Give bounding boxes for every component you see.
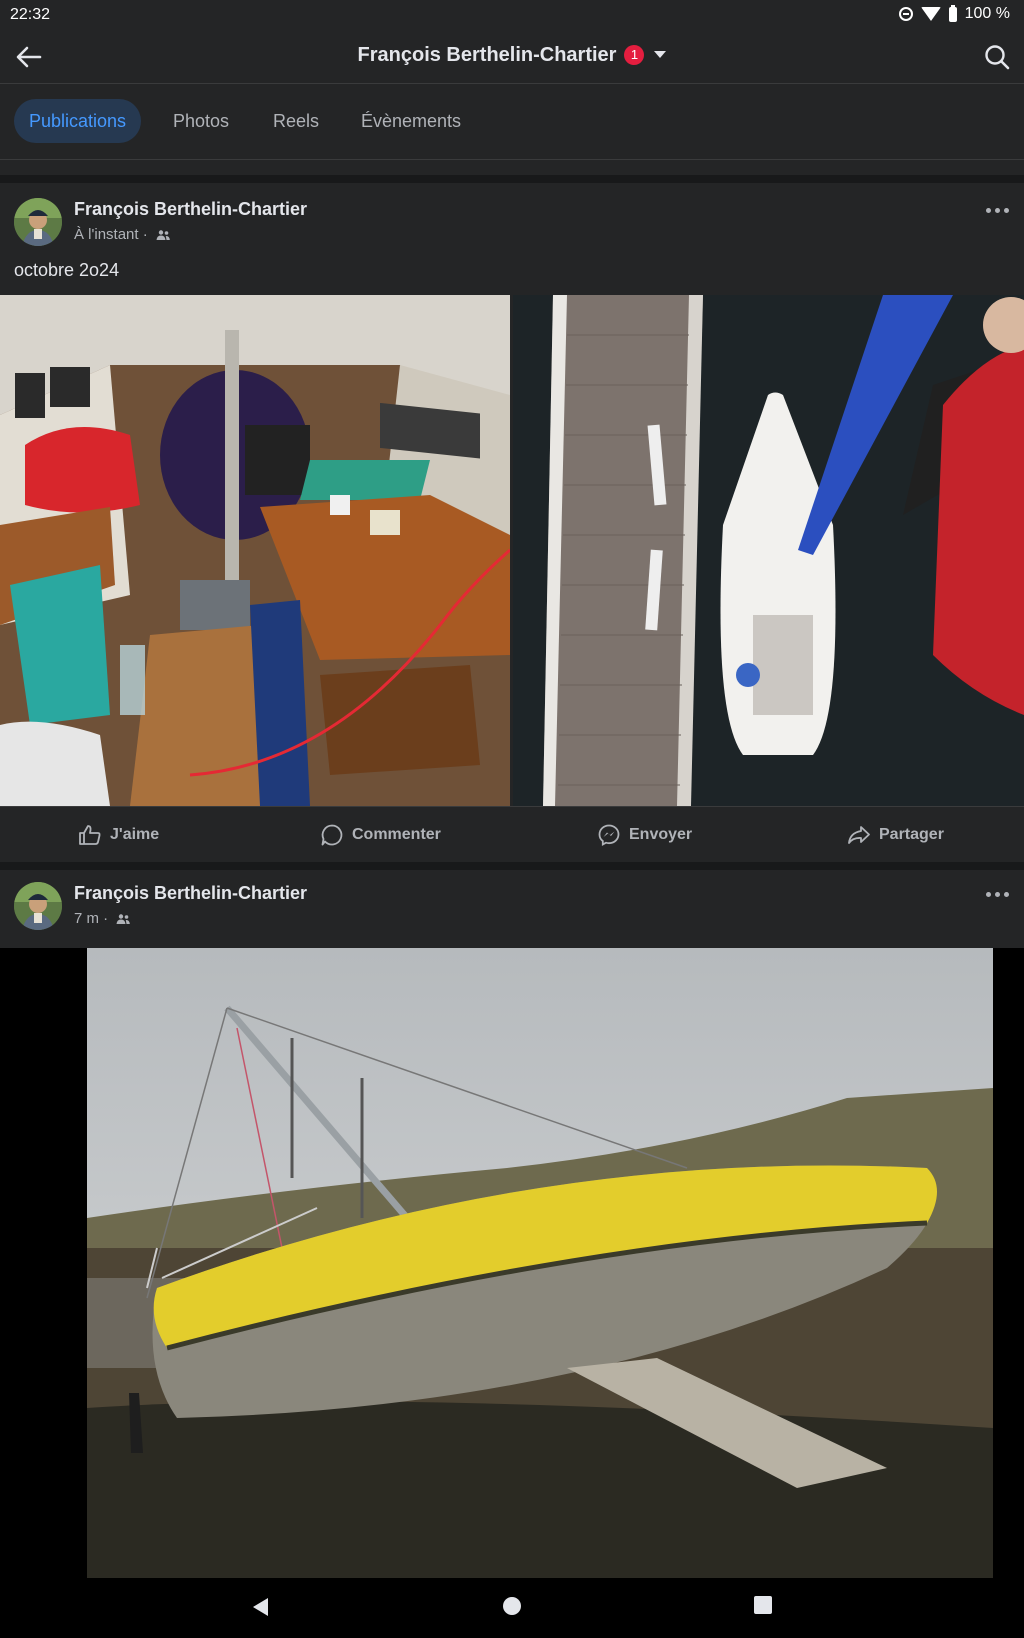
friends-icon [156, 230, 170, 240]
avatar[interactable] [14, 198, 62, 246]
tab-publications[interactable]: Publications [14, 99, 142, 143]
do-not-disturb-icon [898, 7, 913, 21]
caret-down-icon [654, 51, 667, 58]
post-time: 7 m · [74, 910, 109, 927]
post-text: octobre 2o24 [14, 260, 120, 280]
more-options-icon[interactable] [986, 205, 1012, 215]
more-options-icon[interactable] [986, 889, 1012, 899]
profile-name-dropdown[interactable]: François Berthelin-Chartier 1 [0, 44, 1024, 67]
nav-home-icon[interactable] [502, 1596, 522, 1616]
post-header: François Berthelin-Chartier 7 m · [0, 870, 1024, 940]
feed-separator [0, 175, 1024, 183]
messenger-icon [598, 824, 620, 847]
battery-icon [948, 4, 957, 22]
notification-badge: 1 [624, 45, 645, 65]
comment-button[interactable]: Commenter [320, 807, 441, 863]
yellow-sailboat-aground-photo[interactable] [87, 948, 993, 1578]
page-title: François Berthelin-Chartier [357, 44, 617, 66]
feed-separator [0, 862, 1024, 870]
profile-tabs: Publications Photos Reels Évènements [0, 84, 1024, 160]
post-photo-container [0, 948, 1024, 1578]
comment-bubble-icon [321, 824, 343, 846]
friends-icon [116, 914, 131, 924]
post-time: À l'instant · [74, 226, 148, 243]
tab-photos[interactable]: Photos [158, 99, 244, 143]
share-arrow-icon [848, 826, 870, 844]
send-button[interactable]: Envoyer [597, 807, 692, 863]
search-icon[interactable] [984, 44, 1010, 70]
boat-cabin-interior-photo[interactable] [0, 295, 510, 806]
post-author[interactable]: François Berthelin-Chartier [74, 199, 307, 220]
nav-recents-icon[interactable] [754, 1596, 772, 1614]
thumbs-up-icon [79, 825, 101, 845]
system-navigation-bar [0, 1578, 1024, 1638]
like-button[interactable]: J'aime [78, 807, 159, 863]
tab-evenements[interactable]: Évènements [346, 99, 476, 143]
wifi-icon [920, 7, 941, 21]
status-bar: 22:32 100 % [0, 0, 1024, 30]
battery-level: 100 % [964, 5, 1010, 22]
share-button[interactable]: Partager [847, 807, 944, 863]
clock: 22:32 [10, 6, 51, 23]
avatar[interactable] [14, 882, 62, 930]
nav-back-icon[interactable] [250, 1596, 270, 1618]
boat-at-pontoon-aerial-photo[interactable] [513, 295, 1024, 806]
tab-reels[interactable]: Reels [258, 99, 334, 143]
profile-header-bar: François Berthelin-Chartier 1 [0, 30, 1024, 84]
post-author[interactable]: François Berthelin-Chartier [74, 883, 307, 904]
post-header: François Berthelin-Chartier À l'instant … [0, 183, 1024, 253]
post-actions-bar: J'aime Commenter Envoyer Partager [0, 806, 1024, 863]
